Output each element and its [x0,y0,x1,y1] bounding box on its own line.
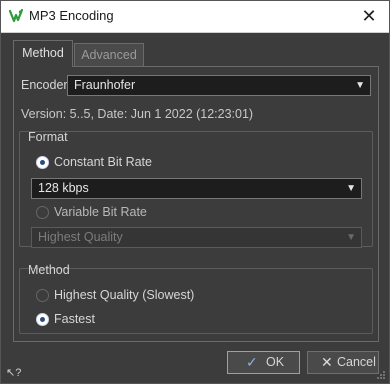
tab-method[interactable]: Method [13,40,73,67]
chevron-down-icon: ▼ [346,232,356,243]
app-logo-icon [8,8,24,23]
highest-quality-label[interactable]: Highest Quality (Slowest) [54,288,194,302]
window-title: MP3 Encoding [29,8,114,23]
cancel-x-icon: ✕ [321,354,333,370]
title-bar: MP3 Encoding ✕ [1,1,389,33]
vbr-quality-select: Highest Quality ▼ [31,227,362,248]
variable-bit-rate-radio[interactable] [36,206,49,219]
format-group-title: Format [28,130,68,144]
fastest-label[interactable]: Fastest [54,312,95,326]
ok-button[interactable]: ✓ OK [227,351,300,374]
checkmark-icon: ✓ [246,354,258,370]
close-icon[interactable]: ✕ [359,6,379,26]
chevron-down-icon: ▼ [355,80,365,91]
encoder-select[interactable]: Fraunhofer ▼ [67,75,371,96]
cancel-button[interactable]: ✕ Cancel [307,351,379,374]
bitrate-value: 128 kbps [38,181,89,195]
method-tab-panel: Encoder Fraunhofer ▼ Version: 5..5, Date… [13,66,379,342]
highest-quality-radio[interactable] [36,289,49,302]
tab-advanced[interactable]: Advanced [74,43,144,66]
ok-button-label: OK [266,355,285,369]
fastest-radio[interactable] [36,313,49,326]
encoder-label: Encoder [21,78,68,92]
chevron-down-icon: ▼ [346,183,356,194]
encoder-value: Fraunhofer [74,78,136,92]
constant-bit-rate-label[interactable]: Constant Bit Rate [54,155,152,169]
cancel-button-label: Cancel [337,355,376,369]
resize-grip-icon[interactable] [376,370,386,380]
mp3-encoding-dialog: MP3 Encoding ✕ Method Advanced Encoder F… [0,0,390,384]
variable-bit-rate-label[interactable]: Variable Bit Rate [54,205,147,219]
help-cursor-icon[interactable]: ↖? [6,366,21,379]
vbr-quality-value: Highest Quality [38,230,123,244]
version-info: Version: 5..5, Date: Jun 1 2022 (12:23:0… [21,107,254,121]
method-group-title: Method [28,263,70,277]
constant-bit-rate-radio[interactable] [36,156,49,169]
bitrate-select[interactable]: 128 kbps ▼ [31,178,362,199]
